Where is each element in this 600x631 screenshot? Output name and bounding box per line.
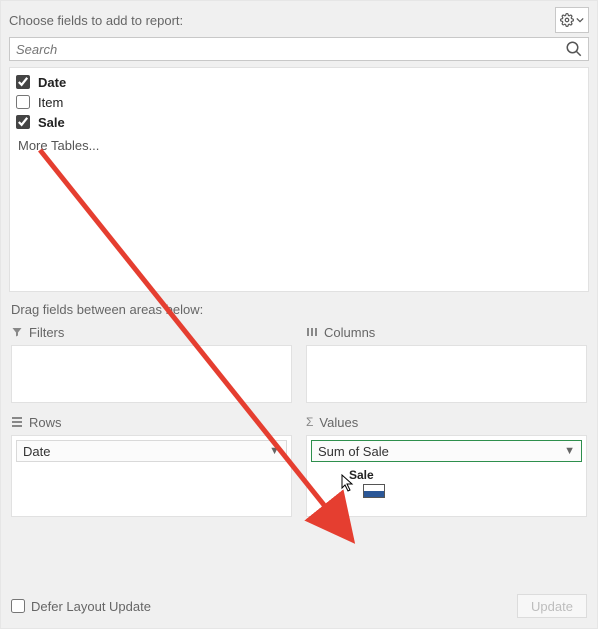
values-area: Σ Values Sum of Sale ▼ Sale xyxy=(306,413,587,517)
rows-dropzone[interactable]: Date ▼ xyxy=(11,435,292,517)
rows-area: Rows Date ▼ xyxy=(11,413,292,517)
chevron-down-icon[interactable]: ▼ xyxy=(269,445,280,457)
chevron-down-icon xyxy=(576,16,584,24)
values-field-chip[interactable]: Sum of Sale ▼ xyxy=(311,440,582,462)
sigma-icon: Σ xyxy=(306,415,313,429)
field-row[interactable]: Sale xyxy=(16,112,582,132)
rows-field-chip[interactable]: Date ▼ xyxy=(16,440,287,462)
field-checkbox-item[interactable] xyxy=(16,95,30,109)
defer-label: Defer Layout Update xyxy=(31,599,151,614)
field-label: Sale xyxy=(38,115,65,130)
filters-dropzone[interactable] xyxy=(11,345,292,403)
field-label: Item xyxy=(38,95,63,110)
chip-label: Date xyxy=(23,444,50,459)
search-icon[interactable] xyxy=(565,40,583,58)
columns-icon xyxy=(306,326,318,338)
field-row[interactable]: Date xyxy=(16,72,582,92)
header-title: Choose fields to add to report: xyxy=(9,13,555,28)
field-row[interactable]: Item xyxy=(16,92,582,112)
filters-label: Filters xyxy=(29,325,64,340)
field-checkbox-date[interactable] xyxy=(16,75,30,89)
defer-layout-checkbox[interactable]: Defer Layout Update xyxy=(11,599,151,614)
pivot-field-list-panel: Choose fields to add to report: Date Ite… xyxy=(0,0,598,629)
rows-label: Rows xyxy=(29,415,62,430)
chevron-down-icon[interactable]: ▼ xyxy=(564,445,575,457)
columns-area: Columns xyxy=(306,323,587,403)
footer: Defer Layout Update Update xyxy=(1,586,597,628)
columns-label: Columns xyxy=(324,325,375,340)
drag-ghost-label: Sale xyxy=(349,468,374,482)
defer-checkbox-input[interactable] xyxy=(11,599,25,613)
chip-label: Sum of Sale xyxy=(318,444,389,459)
update-button: Update xyxy=(517,594,587,618)
search-input[interactable] xyxy=(9,37,589,61)
filters-area: Filters xyxy=(11,323,292,403)
field-label: Date xyxy=(38,75,66,90)
tools-dropdown-button[interactable] xyxy=(555,7,589,33)
more-tables-link[interactable]: More Tables... xyxy=(16,138,582,153)
field-list[interactable]: Date Item Sale More Tables... xyxy=(9,67,589,292)
values-dropzone[interactable]: Sum of Sale ▼ Sale xyxy=(306,435,587,517)
areas-prompt: Drag fields between areas below: xyxy=(1,292,597,323)
areas-grid: Filters Columns Rows Date xyxy=(1,323,597,517)
field-checkbox-sale[interactable] xyxy=(16,115,30,129)
drop-indicator-icon xyxy=(363,484,385,498)
gear-icon xyxy=(560,13,574,27)
filter-icon xyxy=(11,326,23,338)
cursor-icon xyxy=(341,474,357,494)
columns-dropzone[interactable] xyxy=(306,345,587,403)
rows-icon xyxy=(11,416,23,428)
values-label: Values xyxy=(319,415,358,430)
header: Choose fields to add to report: xyxy=(1,1,597,37)
search-row xyxy=(1,37,597,67)
